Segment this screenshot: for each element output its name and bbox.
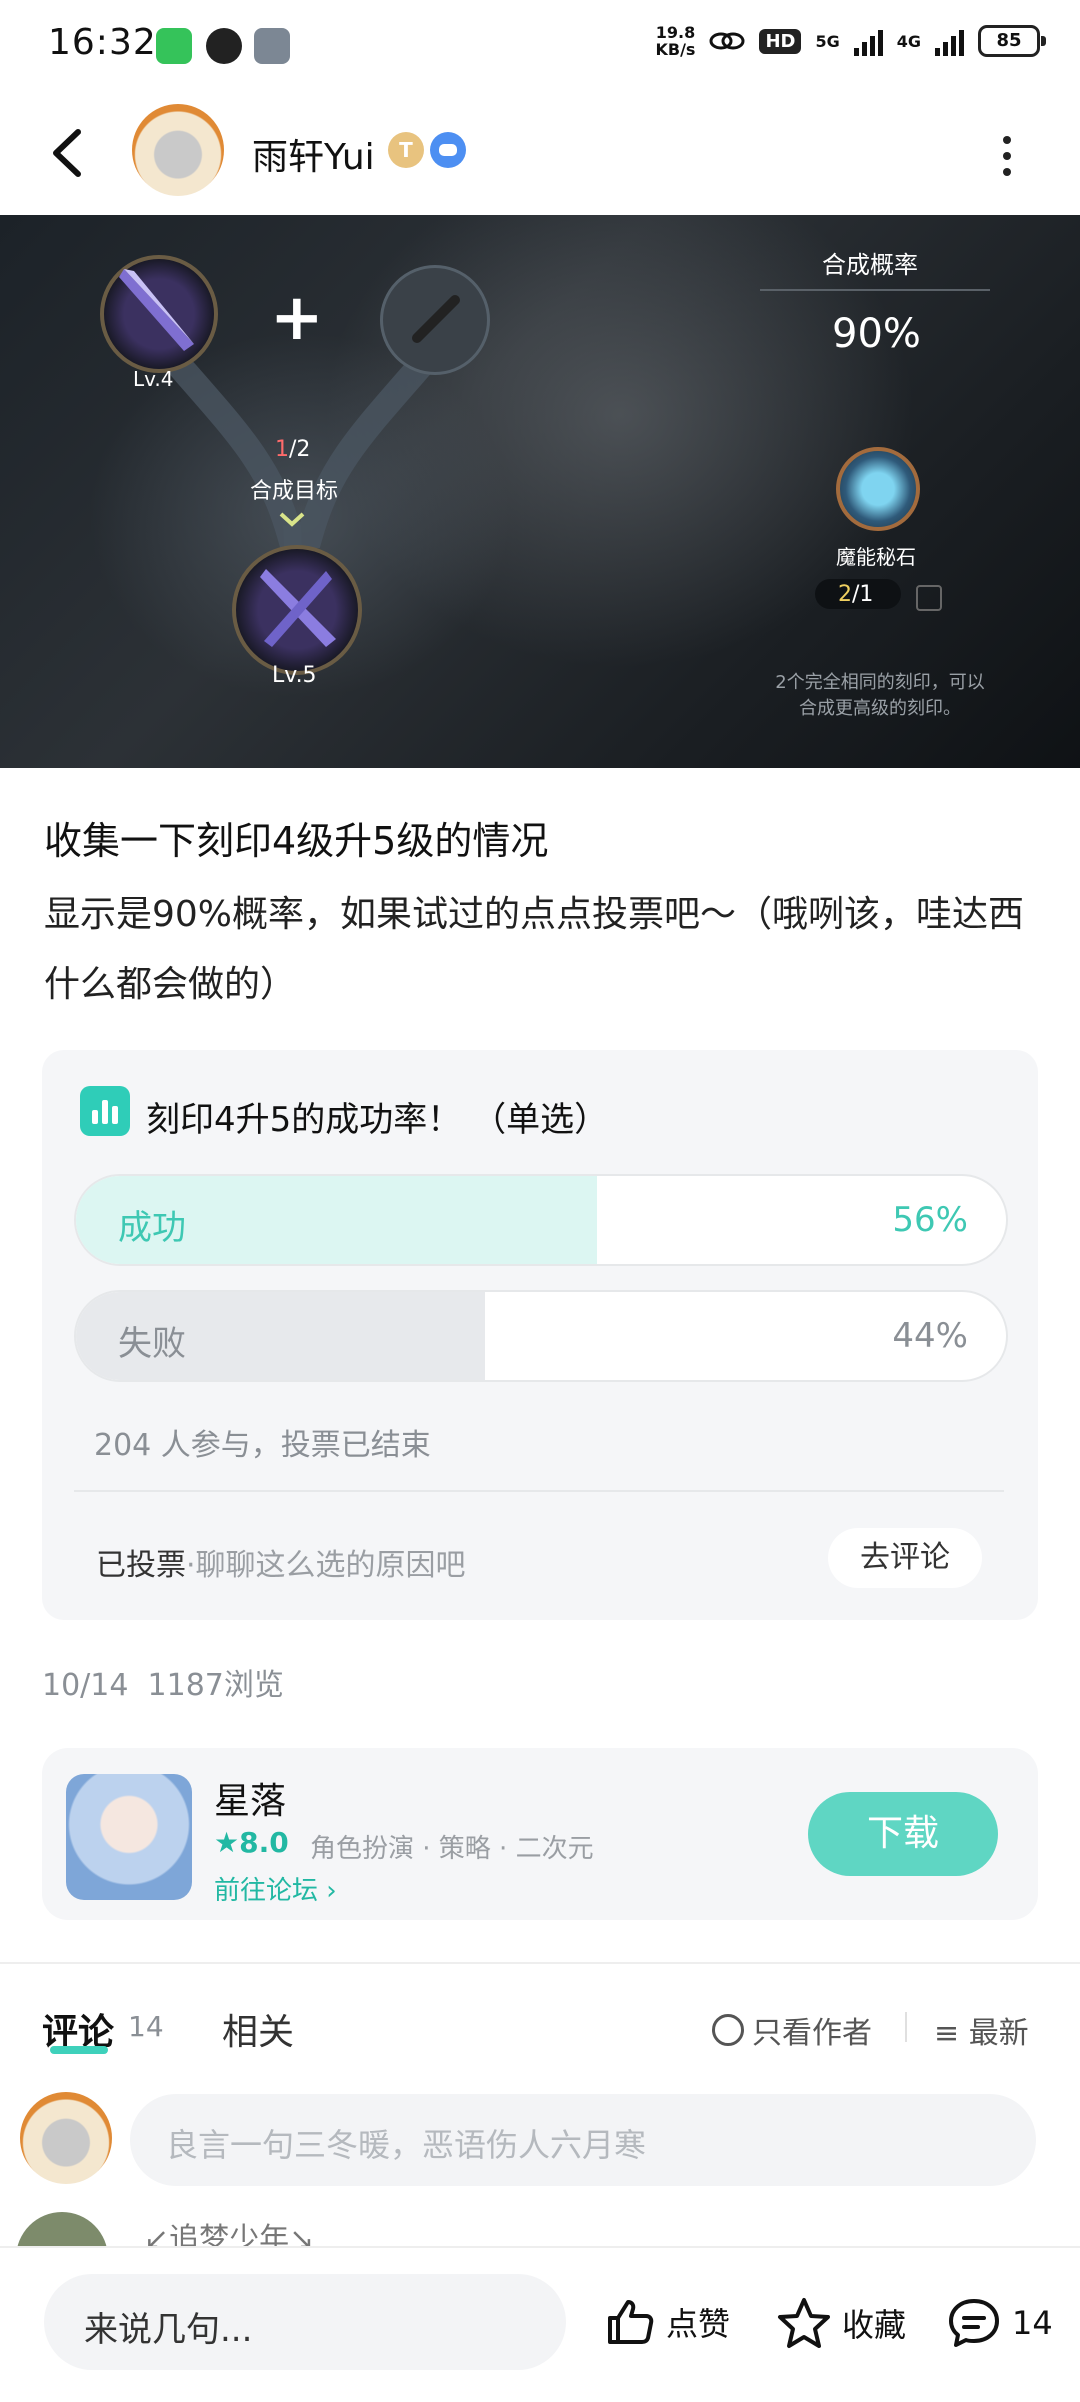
poll-option-percent: 56% [892,1200,968,1240]
radio-circle-icon [712,2014,744,2046]
chevron-right-icon: › [326,1876,337,1906]
tab-active-indicator [50,2046,108,2054]
filter-divider [905,2012,907,2042]
stone-label: 魔能秘石 [836,545,916,569]
sword-placeholder-icon [412,295,460,343]
progress-label: 1/2 [275,437,311,462]
stone-count: 2/1 [838,582,874,607]
comment-input-placeholder: 良言一句三冬暖，恶语伤人六月寒 [166,2126,647,2164]
download-button[interactable]: 下载 [808,1792,998,1876]
game-name: 星落 [214,1781,287,1822]
net-4g-label: 4G [896,31,921,51]
magic-stone-icon [836,447,920,531]
post-views: 1187浏览 [147,1668,284,1703]
game-logo[interactable] [66,1774,192,1900]
game-score: ★8.0 [214,1826,289,1859]
post-body: 显示是90%概率，如果试过的点点投票吧～（哦咧该，哇达西什么都会做的） [44,894,1025,1005]
rate-value: 90% [832,311,921,357]
dagger-icon [119,269,194,351]
rate-divider [760,289,990,291]
post-header: 雨轩Yui T [0,90,1080,215]
say-placeholder: 来说几句... [84,2310,253,2350]
plus-icon: + [270,281,324,355]
voted-status: 已投票·聊聊这么选的原因吧 [96,1548,466,1583]
poll-option-success[interactable]: 成功 56% [74,1174,1008,1266]
section-divider [0,1962,1080,1964]
star-icon: ★ [214,1826,240,1859]
post-date: 10/14 [42,1668,129,1703]
poll-option-percent: 44% [892,1316,968,1356]
game-card[interactable]: 星落 ★8.0 角色扮演 · 策略 · 二次元 前往论坛 › 下载 [42,1748,1038,1920]
like-button[interactable]: 点赞 [604,2296,730,2348]
author-name[interactable]: 雨轩Yui [252,128,375,180]
signal-icon [853,26,883,56]
status-indicators: 19.8 KB/s HD 5G 4G 85 [655,23,1046,59]
poll-option-fail[interactable]: 失败 44% [74,1290,1008,1382]
dagger-result-icon [260,569,336,647]
poll-option-label: 成功 [118,1208,186,1248]
chevron-down-icon [279,512,305,527]
thumbs-up-icon [608,2300,654,2344]
my-avatar [20,2092,112,2184]
comment-button[interactable]: 14 [946,2296,1053,2350]
target-label: 合成目标 [250,479,339,504]
next-comment-author[interactable]: ↙追梦少年↘ [144,2214,314,2248]
poll-card: 刻印4升5的成功率！ （单选） 成功 56% 失败 44% 204 人参与，投票… [42,1050,1038,1620]
more-options-icon[interactable] [1000,136,1014,176]
poll-participants: 204 人参与，投票已结束 [94,1428,431,1463]
net-5g-label: 5G [815,31,840,51]
empty-slot [380,265,490,375]
status-bar: 16:32 19.8 KB/s HD 5G 4G 85 [0,0,1080,90]
bottom-action-bar: 来说几句... 点赞 收藏 14 [0,2246,1080,2402]
link-icon [709,32,745,50]
rune-result-level: Lv.5 [272,663,317,688]
battery-icon: 85 [978,25,1046,57]
author-avatar[interactable] [132,104,224,196]
sort-icon: ≡ [934,2016,960,2051]
only-author-toggle[interactable]: 只看作者 [712,2008,872,2052]
status-time: 16:32 [48,22,157,63]
qq-icon [206,28,242,64]
tools-icon [254,28,290,64]
poll-title: 刻印4升5的成功率！ （单选） [146,1100,609,1140]
poll-divider [74,1490,1004,1492]
post-title: 收集一下刻印4级升5级的情况 [44,819,549,863]
poll-option-label: 失败 [118,1324,186,1364]
comment-bubble-icon [949,2299,999,2347]
tab-related[interactable]: 相关 [222,2003,294,2055]
star-outline-icon [778,2298,830,2348]
rate-label: 合成概率 [822,251,918,279]
rune-left-level: Lv.4 [133,367,174,391]
poll-chart-icon [80,1086,130,1136]
post-image[interactable]: Lv.4 + 1/2 合成目标 Lv.5 合成概率 90% 魔能秘石 2/1 2… [0,215,1080,768]
post-meta: 10/14 1187浏览 [42,1660,284,1704]
comment-count: 14 [128,2010,164,2043]
say-something-input[interactable]: 来说几句... [44,2274,566,2370]
stone-checkbox [916,585,942,611]
synthesis-hint: 2个完全相同的刻印，可以 合成更高级的刻印。 [775,672,985,719]
comment-input[interactable]: 良言一句三冬暖，恶语伤人六月寒 [130,2094,1036,2186]
sort-latest[interactable]: ≡ 最新 [934,2008,1029,2052]
hd-badge: HD [759,28,802,54]
wechat-icon [156,28,192,64]
go-comment-button[interactable]: 去评论 [828,1528,982,1588]
level-badge: T [388,132,424,168]
back-arrow-icon[interactable] [48,126,88,180]
rune-item-lv4 [100,255,218,373]
signal-icon-2 [935,26,964,56]
gamepad-badge-icon [430,132,466,168]
net-speed: 19.8 KB/s [655,23,696,59]
game-tags: 角色扮演 · 策略 · 二次元 [310,1834,594,1864]
game-forum-link[interactable]: 前往论坛 › [214,1870,337,1907]
favorite-button[interactable]: 收藏 [776,2296,906,2350]
rune-item-lv5 [232,545,362,675]
